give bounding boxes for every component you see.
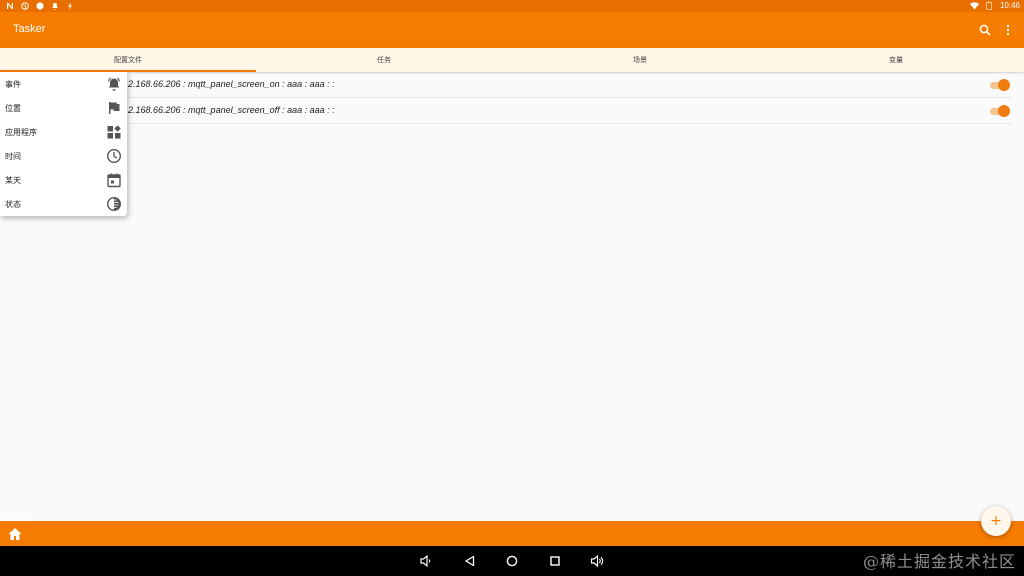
menu-item-label: 位置 xyxy=(5,104,21,113)
globe-icon xyxy=(20,1,29,10)
search-icon xyxy=(979,24,991,36)
watermark-text: @稀土掘金技术社区 xyxy=(862,552,1016,571)
menu-item-label: 应用程序 xyxy=(5,128,37,137)
volume-down-icon[interactable] xyxy=(419,554,433,568)
status-bar: 10:46 xyxy=(0,0,1024,12)
menu-item-label: 某天 xyxy=(5,176,21,185)
toggle-thumb xyxy=(998,79,1010,91)
tab-label: 任务 xyxy=(377,56,391,64)
profile-row[interactable]: 2.168.66.206 : mqtt_panel_screen_off : a… xyxy=(128,98,1012,124)
tab-tasks[interactable]: 任务 xyxy=(256,48,512,72)
apps-icon xyxy=(107,125,121,139)
recents-icon[interactable] xyxy=(548,554,562,568)
bell-ring-icon xyxy=(107,77,121,91)
tab-label: 配置文件 xyxy=(114,56,142,64)
home-icon[interactable] xyxy=(7,526,23,542)
toggle-thumb xyxy=(998,105,1010,117)
profile-enable-toggle[interactable] xyxy=(990,79,1010,91)
profile-name: 2.168.66.206 : mqtt_panel_screen_on : aa… xyxy=(128,79,335,89)
tab-label: 场景 xyxy=(633,56,647,64)
status-time: 10:46 xyxy=(999,1,1020,10)
menu-item-time[interactable]: 时间 xyxy=(0,144,127,168)
bolt-icon xyxy=(65,1,74,10)
tab-variables[interactable]: 变量 xyxy=(768,48,1024,72)
profile-name: 2.168.66.206 : mqtt_panel_screen_off : a… xyxy=(128,105,335,115)
n-notification-icon xyxy=(5,1,14,10)
calendar-icon xyxy=(107,173,121,188)
app-title: Tasker xyxy=(13,23,46,35)
tab-profiles[interactable]: 配置文件 xyxy=(0,48,256,72)
menu-item-label: 时间 xyxy=(5,152,21,161)
tab-bar: 配置文件 任务 场景 变量 xyxy=(0,48,1024,72)
menu-item-label: 事件 xyxy=(5,80,21,89)
status-right-icons: 10:46 xyxy=(969,1,1020,10)
menu-item-location[interactable]: 位置 xyxy=(0,96,127,120)
contrast-icon xyxy=(106,196,122,212)
profile-enable-toggle[interactable] xyxy=(990,105,1010,117)
menu-item-application[interactable]: 应用程序 xyxy=(0,120,127,144)
tab-label: 变量 xyxy=(889,56,903,64)
circle-icon xyxy=(35,1,44,10)
back-icon[interactable] xyxy=(463,554,477,568)
menu-item-state[interactable]: 状态 xyxy=(0,192,127,216)
more-vert-icon xyxy=(1006,24,1010,36)
bottom-bar xyxy=(0,521,1024,546)
status-left-icons xyxy=(5,1,74,10)
more-options-button[interactable] xyxy=(998,20,1018,40)
battery-icon xyxy=(985,1,994,10)
profile-list: 2.168.66.206 : mqtt_panel_screen_on : aa… xyxy=(0,72,1024,124)
wifi-icon xyxy=(969,1,979,10)
flag-icon xyxy=(109,102,120,114)
tab-scenes[interactable]: 场景 xyxy=(512,48,768,72)
plus-icon: + xyxy=(990,513,1002,529)
screen: 10:46 Tasker 配置文件 任务 场景 变量 2.168.66.206 … xyxy=(0,0,1024,576)
profile-row[interactable]: 2.168.66.206 : mqtt_panel_screen_on : aa… xyxy=(128,72,1012,98)
menu-item-event[interactable]: 事件 xyxy=(0,72,127,96)
home-circle-icon[interactable] xyxy=(505,554,519,568)
context-type-menu: 事件 位置 应用程序 时间 某天 状态 xyxy=(0,72,127,216)
bell-icon xyxy=(50,1,59,10)
menu-item-day[interactable]: 某天 xyxy=(0,168,127,192)
app-bar: Tasker xyxy=(0,12,1024,48)
volume-up-icon[interactable] xyxy=(590,554,604,568)
clock-icon xyxy=(106,148,122,164)
add-profile-button[interactable]: + xyxy=(981,506,1011,536)
menu-item-label: 状态 xyxy=(5,200,21,209)
search-button[interactable] xyxy=(975,20,995,40)
